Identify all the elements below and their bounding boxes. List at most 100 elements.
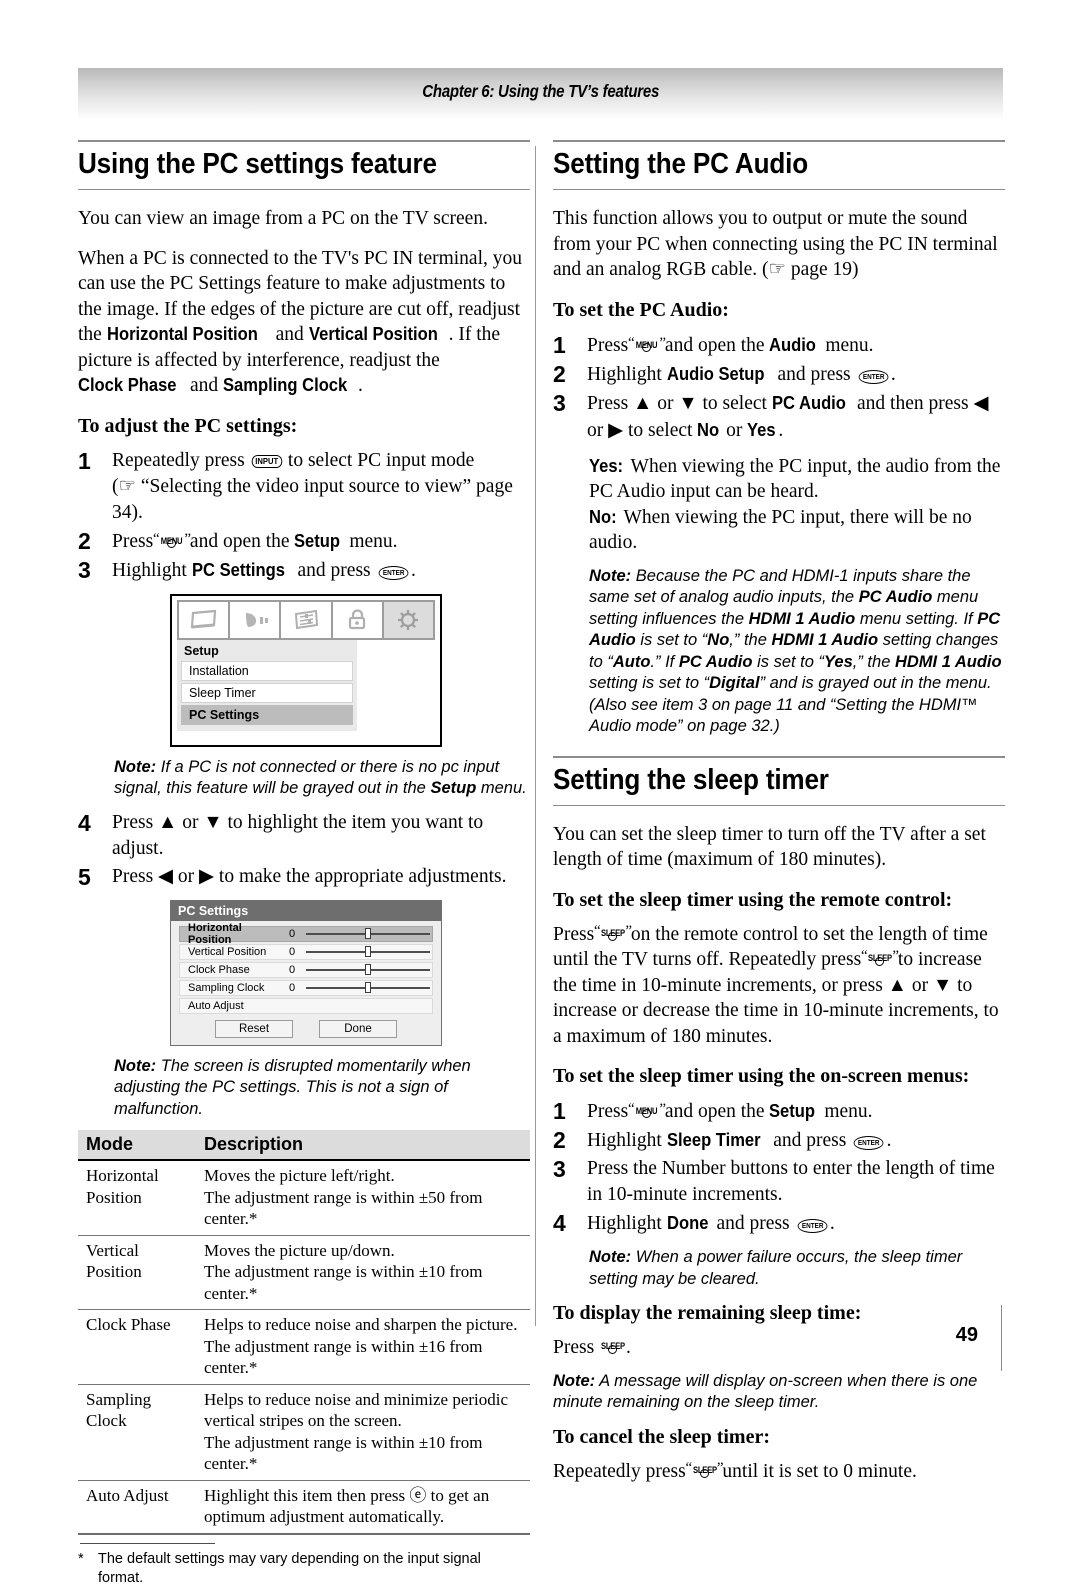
step-item: 1 Press “MENU” and open the Setup menu. [553, 1098, 1005, 1125]
step-number: 3 [78, 556, 91, 583]
remote-control-text: Press “SLEEP” on the remote control to s… [553, 922, 1005, 1050]
page-edge-rule [1001, 1305, 1002, 1371]
step-text-a: Highlight [587, 363, 667, 385]
slider-knob[interactable] [365, 981, 372, 993]
osd-pc-slider[interactable] [304, 963, 432, 977]
osd-tab-audio[interactable] [230, 601, 282, 638]
note-t3: menu setting. If [855, 609, 978, 628]
osd-pc-title: PC Settings [171, 900, 441, 921]
step-text-b: and press [711, 1213, 795, 1234]
osd-pc-row-vertical-position[interactable]: Vertical Position 0 [179, 943, 433, 960]
note-b7: PC Audio [678, 652, 753, 671]
osd-item-installation[interactable]: Installation [181, 660, 353, 681]
note-label: Note: [589, 566, 632, 585]
osd-pc-slider[interactable] [304, 981, 432, 995]
step-text-a: Highlight [112, 559, 192, 581]
step-item: 1 Repeatedly press INPUT to select PC in… [78, 448, 530, 526]
note-emphasis-setup: Setup [430, 779, 477, 797]
section-header-pc-audio: Setting the PC Audio [553, 140, 1005, 190]
cell-description: Moves the picture up/down. The adjustmen… [196, 1235, 530, 1310]
table-row: Horizontal Position Moves the picture le… [78, 1160, 530, 1236]
step-text: Press ▲ or ▼ to highlight the item you w… [112, 811, 484, 859]
osd-pc-row-horizontal-position[interactable]: Horizontal Position 0 [179, 922, 433, 946]
step-text-b: and open the [185, 530, 295, 552]
osd-tab-lock[interactable] [332, 601, 384, 638]
slider-knob[interactable] [365, 927, 372, 939]
osd-tab-setup[interactable] [383, 601, 434, 638]
note-one-minute-remaining: Note: A message will display on-screen w… [553, 1371, 1005, 1414]
step-item: 3 Highlight PC Settings and press ENTER. [78, 557, 530, 584]
step-item: 3 Press the Number buttons to enter the … [553, 1156, 1005, 1208]
step-text-b: and press [292, 559, 376, 581]
note-b8: Yes [824, 652, 853, 671]
osd-pc-row-clock-phase[interactable]: Clock Phase 0 [179, 961, 433, 978]
table-header-row: Mode Description [78, 1130, 530, 1161]
note-t8: is set to “ [752, 652, 825, 671]
osd-pc-row-sampling-clock[interactable]: Sampling Clock 0 [179, 979, 433, 996]
quote-left: “ [628, 334, 635, 351]
done-button[interactable]: Done [319, 1019, 397, 1038]
osd-tab-preferences[interactable] [281, 601, 333, 638]
step-text-c: . [410, 559, 416, 581]
osd-item-pc-settings[interactable]: PC Settings [181, 704, 353, 725]
desc-line: Moves the picture left/right. [204, 1166, 395, 1185]
step-number: 2 [553, 360, 566, 387]
sleep-key-ring [699, 1468, 709, 1478]
step-number: 4 [553, 1210, 566, 1236]
osd-list-title: Setup [184, 643, 219, 658]
chapter-header-band: Chapter 6: Using the TV’s features [78, 68, 1003, 120]
cell-description: Moves the picture left/right. The adjust… [196, 1160, 530, 1236]
preferences-icon [294, 609, 319, 629]
note-b10: Digital [709, 674, 760, 692]
desc-line: Moves the picture up/down. [204, 1240, 395, 1260]
note-b9: HDMI 1 Audio [894, 652, 1002, 671]
left-column: Using the PC settings feature You can vi… [78, 140, 530, 1588]
desc-line: The adjustment range is within ±50 from … [204, 1187, 483, 1229]
slider-knob[interactable] [365, 945, 372, 957]
step-text-c: menu. [344, 530, 398, 552]
slider-knob[interactable] [365, 963, 372, 975]
note-t7: .” If [650, 652, 679, 671]
quote-right: ” [659, 334, 667, 351]
quote-left: “ [628, 1101, 635, 1117]
osd-tab-picture[interactable] [179, 601, 231, 638]
quote-left: “ [685, 1459, 693, 1476]
picture-icon [190, 609, 216, 628]
note-pc-hdmi-audio: Note: Because the PC and HDMI-1 inputs s… [589, 566, 1005, 738]
emphasis-audio: Audio [769, 334, 817, 355]
osd-setup-list: Setup Installation Sleep Timer PC Settin… [177, 639, 357, 731]
section-header-sleep-timer: Setting the sleep timer [553, 755, 1005, 806]
note-t4: is set to “ [635, 631, 708, 649]
osd-item-sleep-timer[interactable]: Sleep Timer [181, 682, 353, 703]
sleep-key-ring [608, 931, 618, 941]
intro-line-1: You can view an image from a PC on the T… [78, 208, 488, 229]
cell-description: Helps to reduce noise and minimize perio… [196, 1384, 530, 1481]
cancel-sleep-text: Repeatedly press “SLEEP” until it is set… [553, 1459, 1005, 1485]
note-label: Note: [589, 1248, 632, 1266]
cell-mode: Vertical Position [78, 1235, 196, 1310]
sleep-key-ring [875, 957, 885, 966]
step-reference: (☞ “Selecting the video input source to … [112, 475, 513, 523]
osd-pc-buttons: Reset Done [179, 1019, 433, 1038]
osd-pc-row-auto-adjust[interactable]: Auto Adjust [179, 997, 433, 1014]
note-b5: HDMI 1 Audio [771, 631, 879, 649]
desc-line: Helps to reduce noise and sharpen the pi… [204, 1315, 518, 1334]
cell-mode: Auto Adjust [78, 1480, 196, 1535]
table-row: Sampling Clock Helps to reduce noise and… [78, 1384, 530, 1481]
emphasis-yes: Yes [747, 419, 776, 440]
page-title-pc-settings: Using the PC settings feature [78, 148, 437, 180]
reset-button[interactable]: Reset [215, 1019, 293, 1038]
subheading-display-remaining: To display the remaining sleep time: [553, 1302, 862, 1324]
step-item: 2 Highlight Audio Setup and press ENTER. [553, 361, 1005, 388]
step-number: 2 [78, 527, 91, 554]
osd-pc-slider[interactable] [304, 927, 432, 941]
emphasis-pc-audio: PC Audio [771, 392, 846, 413]
osd-pc-body: Horizontal Position 0 Vertical Position … [171, 921, 441, 1045]
subheading-adjust-pc-settings: To adjust the PC settings: [78, 414, 298, 437]
osd-pc-label: Clock Phase [188, 963, 250, 976]
step-number: 2 [553, 1127, 566, 1153]
step-item: 2 Press “MENU” and open the Setup menu. [78, 528, 530, 555]
osd-pc-slider[interactable] [304, 945, 432, 959]
footnote-text: The default settings may vary depending … [98, 1550, 481, 1586]
step-text: Highlight Sleep Timer and press ENTER. [587, 1127, 1005, 1154]
